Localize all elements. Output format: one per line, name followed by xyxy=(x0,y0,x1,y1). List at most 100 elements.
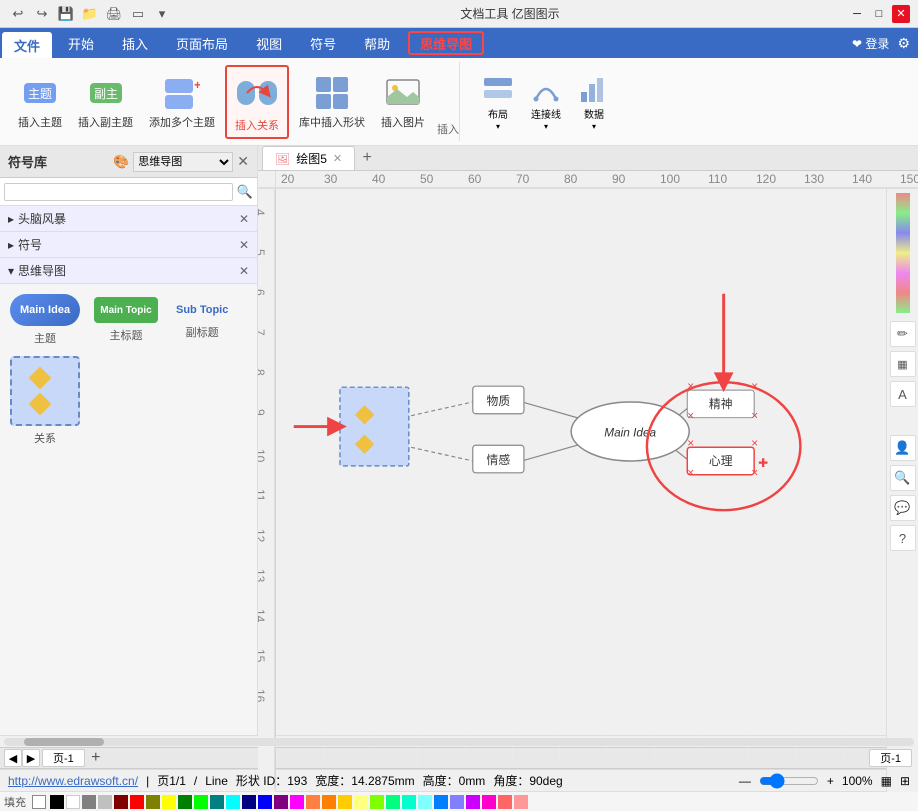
shape-relation-item[interactable]: 关系 xyxy=(10,356,80,446)
right-btn-pencil[interactable]: ✏ xyxy=(890,321,916,347)
page-tab-1[interactable]: 页-1 xyxy=(42,749,85,767)
right-btn-fill[interactable]: ▦ xyxy=(890,351,916,377)
menu-item-layout[interactable]: 页面布局 xyxy=(162,28,242,58)
quick-btn-save[interactable]: 💾 xyxy=(56,4,76,24)
right-btn-search[interactable]: 🔍 xyxy=(890,465,916,491)
category-mindmap-close[interactable]: ✕ xyxy=(239,264,249,278)
mind-map-canvas[interactable]: 物质 情感 Main Idea 精神 × × × xyxy=(276,189,886,792)
new-tab-button[interactable]: + xyxy=(355,146,379,170)
color-swatch-maroon[interactable] xyxy=(114,795,128,809)
color-swatch-silver[interactable] xyxy=(98,795,112,809)
quick-btn-print[interactable]: 🖨 xyxy=(104,4,124,24)
category-brainstorm-close[interactable]: ✕ xyxy=(239,212,249,226)
close-button[interactable]: ✕ xyxy=(892,5,910,23)
category-brainstorm[interactable]: ▸ 头脑风暴 ✕ xyxy=(0,206,257,232)
color-swatch-red[interactable] xyxy=(130,795,144,809)
right-btn-chat[interactable]: 💬 xyxy=(890,495,916,521)
color-swatch-gray[interactable] xyxy=(82,795,96,809)
color-swatch-lightcyan[interactable] xyxy=(418,795,432,809)
insert-topic-button[interactable]: 主题 插入主题 xyxy=(12,70,68,134)
color-swatch-lightpink[interactable] xyxy=(514,795,528,809)
settings-button[interactable]: ⚙ xyxy=(897,35,910,52)
ruler-horizontal: 20 30 40 50 60 70 80 90 100 110 120 130 … xyxy=(258,171,918,189)
color-swatch-gold[interactable] xyxy=(338,795,352,809)
insert-sub-topic-button[interactable]: 副主 插入副主题 xyxy=(72,70,139,134)
panel-close-button[interactable]: ✕ xyxy=(237,153,249,170)
category-symbol[interactable]: ▸ 符号 ✕ xyxy=(0,232,257,258)
color-swatch-white[interactable] xyxy=(66,795,80,809)
minimize-button[interactable]: ─ xyxy=(848,5,866,23)
color-swatch-purple[interactable] xyxy=(274,795,288,809)
menu-item-help[interactable]: 帮助 xyxy=(350,28,404,58)
color-swatch-navy[interactable] xyxy=(242,795,256,809)
menu-item-view[interactable]: 视图 xyxy=(242,28,296,58)
menu-item-symbol[interactable]: 符号 xyxy=(296,28,350,58)
color-swatch-hotpink[interactable] xyxy=(482,795,496,809)
shape-main-idea[interactable]: Main Idea 主题 xyxy=(10,294,80,346)
quick-btn-undo[interactable]: ↩ xyxy=(8,4,28,24)
color-swatch-teal[interactable] xyxy=(210,795,224,809)
color-swatch-blue[interactable] xyxy=(258,795,272,809)
panel-category-select[interactable]: 思维导图 xyxy=(133,152,233,172)
color-swatch-salmon[interactable] xyxy=(498,795,512,809)
login-button[interactable]: ❤ 登录 xyxy=(852,35,889,52)
data-button[interactable]: 数据 ▾ xyxy=(574,71,614,133)
menu-item-mindmap[interactable]: 思维导图 xyxy=(408,31,484,55)
page-nav-next[interactable]: ▶ xyxy=(22,749,40,767)
color-swatch-yellow[interactable] xyxy=(162,795,176,809)
insert-image-button[interactable]: 插入图片 xyxy=(375,70,431,134)
menu-item-start[interactable]: 开始 xyxy=(54,28,108,58)
panel-search-input[interactable] xyxy=(4,183,233,201)
color-swatch-dodgerblue[interactable] xyxy=(434,795,448,809)
add-multi-topic-button[interactable]: + 添加多个主题 xyxy=(143,70,221,134)
scrollbar-h-thumb[interactable] xyxy=(24,738,104,746)
status-link[interactable]: http://www.edrawsoft.cn/ xyxy=(8,774,138,788)
color-swatch-turquoise[interactable] xyxy=(402,795,416,809)
color-swatch-orange2[interactable] xyxy=(322,795,336,809)
shape-sub-topic[interactable]: Sub Topic 副标题 xyxy=(172,300,232,340)
insert-relation-button[interactable]: 插入关系 xyxy=(225,65,289,139)
tab-drawing5[interactable]: 🖼 绘图5 ✕ xyxy=(262,146,355,170)
tab-drawing5-close[interactable]: ✕ xyxy=(333,152,342,165)
fill-none-swatch[interactable] xyxy=(32,795,46,809)
color-swatch-black[interactable] xyxy=(50,795,64,809)
panel-color-icon[interactable]: 🎨 xyxy=(113,154,129,170)
svg-text:精神: 精神 xyxy=(709,397,733,411)
color-swatch-green[interactable] xyxy=(178,795,192,809)
shape-main-topic[interactable]: Main Topic 主标题 xyxy=(94,297,158,343)
title-bar-right: ─ □ ✕ xyxy=(848,5,910,23)
page-nav-prev[interactable]: ◀ xyxy=(4,749,22,767)
color-swatch-orange1[interactable] xyxy=(306,795,320,809)
maximize-button[interactable]: □ xyxy=(870,5,888,23)
quick-btn-redo[interactable]: ↪ xyxy=(32,4,52,24)
insert-from-library-button[interactable]: 库中插入形状 xyxy=(293,70,371,134)
color-swatch-springgreen[interactable] xyxy=(386,795,400,809)
quick-btn-shape[interactable]: ▭ xyxy=(128,4,148,24)
connector-button[interactable]: 连接线 ▾ xyxy=(526,71,566,133)
menu-item-file[interactable]: 文件 xyxy=(2,32,52,58)
color-swatch-cornflower[interactable] xyxy=(450,795,464,809)
layout-button[interactable]: 布局 ▾ xyxy=(478,71,518,133)
right-btn-help[interactable]: ? xyxy=(890,525,916,551)
right-btn-text[interactable]: A xyxy=(890,381,916,407)
quick-btn-more[interactable]: ▾ xyxy=(152,4,172,24)
color-swatch-cyan[interactable] xyxy=(226,795,240,809)
quick-btn-open[interactable]: 📁 xyxy=(80,4,100,24)
svg-text:4: 4 xyxy=(258,209,267,216)
color-swatch-chartreuse[interactable] xyxy=(370,795,384,809)
right-btn-person[interactable]: 👤 xyxy=(890,435,916,461)
color-swatch-lime[interactable] xyxy=(194,795,208,809)
page-add-button[interactable]: + xyxy=(87,749,105,767)
category-mindmap-label: 思维导图 xyxy=(18,262,66,279)
category-symbol-close[interactable]: ✕ xyxy=(239,238,249,252)
status-view-fit[interactable]: ⊞ xyxy=(900,774,910,788)
search-icon[interactable]: 🔍 xyxy=(237,184,253,200)
category-mindmap[interactable]: ▾ 思维导图 ✕ xyxy=(0,258,257,284)
color-swatch-lightyellow[interactable] xyxy=(354,795,368,809)
svg-text:心理: 心理 xyxy=(709,454,733,468)
color-swatch-violet[interactable] xyxy=(466,795,480,809)
svg-text:9: 9 xyxy=(258,409,267,416)
color-swatch-olive[interactable] xyxy=(146,795,160,809)
menu-item-insert[interactable]: 插入 xyxy=(108,28,162,58)
color-swatch-magenta[interactable] xyxy=(290,795,304,809)
